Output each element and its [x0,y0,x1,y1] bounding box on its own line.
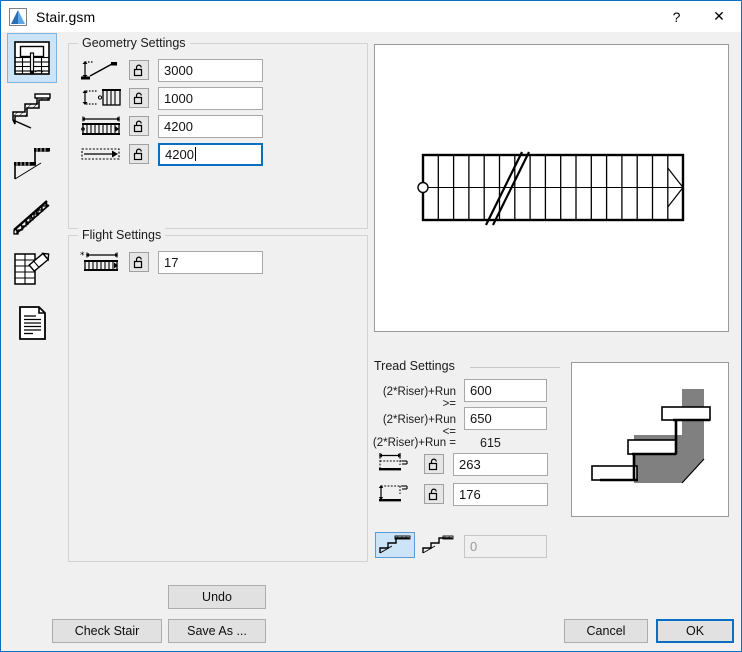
run-arrow-icon [79,142,123,166]
tread-settings-divider [470,367,560,368]
lock-button-stair-walking-line[interactable] [129,144,149,164]
riser-height-dimension-icon [374,482,418,506]
page-sidebar [7,33,59,351]
formula-min-input[interactable] [464,379,547,402]
nosing-flush-option[interactable] [375,532,415,558]
lock-button-stair-total-height[interactable] [129,60,149,80]
stair-section-hatched-icon [12,93,51,129]
help-button[interactable]: ? [656,1,697,32]
formula-max-input[interactable] [464,407,547,430]
geometry-row-railing-height [79,86,263,110]
document-lines-icon [19,306,46,340]
sidebar-item-stair-railing-page[interactable] [7,192,57,242]
stair-nosing-flush-icon [379,535,411,554]
geometry-settings-group: Geometry Settings 3000 1000 4200 4200 [68,36,368,229]
stair-tread-finish-icon [14,148,50,180]
lock-button-number-of-risers[interactable] [129,252,149,272]
flight-settings-group: Flight Settings * [68,228,368,562]
stair-railing-3d-icon [13,200,50,235]
save-as-button[interactable]: Save As ... [168,619,266,643]
stair-plan-preview[interactable] [374,44,729,332]
number-of-risers-input[interactable] [158,250,263,274]
cancel-button[interactable]: Cancel [564,619,648,643]
stair-walking-line-input[interactable]: 4200 [158,142,263,166]
sidebar-item-stair-structure-page[interactable] [7,86,57,136]
nosing-overhang-option[interactable] [418,532,458,558]
tread-settings-legend: Tread Settings [374,359,455,373]
title-bar: Stair.gsm ? ✕ [1,1,741,32]
padlock-open-icon [133,256,143,268]
railing-height-input[interactable] [158,86,263,110]
stair-plan-u-shape-icon [14,41,50,75]
sidebar-item-stair-plan-page[interactable] [7,33,57,83]
window-title: Stair.gsm [36,8,96,25]
svg-text:*: * [80,251,85,261]
title-bar-buttons: ? ✕ [656,1,741,32]
padlock-open-icon [428,488,438,500]
sidebar-item-stair-listing-page[interactable] [7,298,57,348]
formula-min-label: (2*Riser)+Run >= [382,386,456,410]
padlock-open-icon [133,148,143,160]
flight-riser-count-icon: * [79,250,123,274]
flight-settings-legend: Flight Settings [78,228,166,242]
flight-row-number-of-risers: * [79,250,263,274]
geometry-settings-legend: Geometry Settings [78,36,190,50]
check-stair-button[interactable]: Check Stair [52,619,162,643]
formula-actual-label: (2*Riser)+Run = [372,437,456,449]
stair-total-run-input[interactable] [158,114,263,138]
lock-button-tread-run[interactable] [424,454,444,474]
stair-nosing-overhang-icon [422,535,454,554]
tread-run-dimension-icon [374,452,418,476]
undo-button[interactable]: Undo [168,585,266,609]
archicad-object-icon [9,7,27,26]
dialog-body: Geometry Settings 3000 1000 4200 4200 Fl… [1,32,741,651]
stair-plan-pencil-icon [14,252,50,285]
riser-height-input[interactable] [453,482,548,506]
formula-max-label: (2*Riser)+Run <= [382,414,456,438]
lock-button-railing-height[interactable] [129,88,149,108]
sidebar-item-stair-annotation-page[interactable] [7,245,57,295]
sidebar-item-stair-finish-page[interactable] [7,139,57,189]
tread-run-input[interactable] [453,452,548,476]
tread-row-tread-run [374,452,548,476]
geometry-row-stair-total-height [79,58,263,82]
lock-button-riser-height[interactable] [424,484,444,504]
stair-run-dimension-icon [79,114,123,138]
lock-button-stair-total-run[interactable] [129,116,149,136]
nosing-value-input[interactable] [464,535,547,558]
padlock-open-icon [133,64,143,76]
padlock-open-icon [133,120,143,132]
geometry-row-stair-walking-line: 4200 [79,142,263,166]
stair-total-height-input[interactable] [158,58,263,82]
ok-button[interactable]: OK [656,619,734,643]
tread-row-riser-height [374,482,548,506]
stair-walking-line-value: 4200 [165,146,194,162]
railing-height-dimension-icon [79,86,123,110]
geometry-row-stair-total-run [79,114,263,138]
close-button[interactable]: ✕ [697,1,741,32]
formula-actual-value: 615 [480,436,501,450]
tread-detail-preview[interactable] [571,362,729,517]
stair-settings-dialog: Stair.gsm ? ✕ Geometry Settings 3000 100… [0,0,742,652]
padlock-open-icon [428,458,438,470]
stair-height-dimension-icon [79,58,123,82]
text-caret [194,146,196,161]
padlock-open-icon [133,92,143,104]
